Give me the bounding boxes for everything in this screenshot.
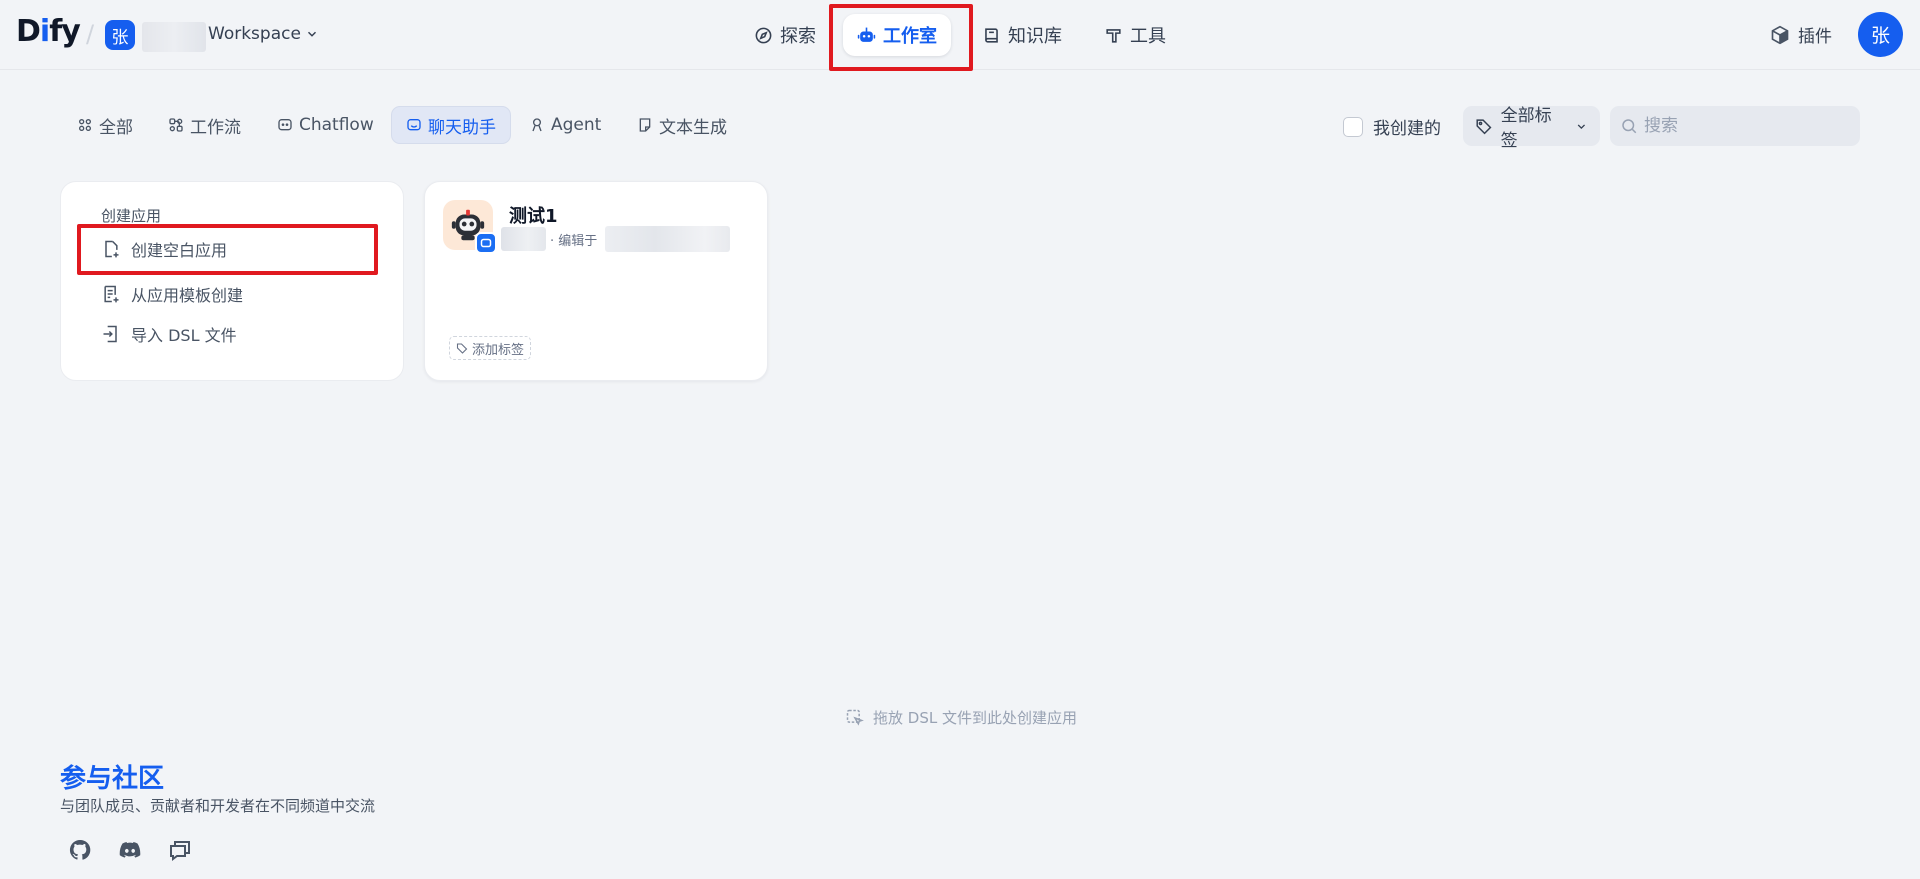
- tab-chat-assistant[interactable]: 聊天助手: [391, 106, 511, 144]
- tab-workflow[interactable]: 工作流: [154, 106, 255, 144]
- chat-bot-icon: [407, 119, 421, 131]
- workspace-name: Workspace: [208, 24, 301, 44]
- nav-studio-label: 工作室: [883, 26, 937, 47]
- import-dsl-label: 导入 DSL 文件: [131, 326, 237, 345]
- search-input[interactable]: [1644, 116, 1844, 136]
- plugins-label: 插件: [1798, 27, 1832, 47]
- tab-agent[interactable]: Agent: [515, 106, 615, 144]
- add-tag-label: 添加标签: [472, 342, 525, 358]
- cube-icon: [1771, 25, 1789, 44]
- tab-chat-assistant-label: 聊天助手: [428, 117, 496, 138]
- author-redacted: [501, 227, 546, 251]
- user-avatar[interactable]: 张: [1858, 12, 1903, 57]
- chevron-down-icon: [307, 31, 316, 37]
- created-by-me-checkbox[interactable]: [1343, 116, 1363, 137]
- top-header: Dify / 张 Workspace 探索 工作室 知识库 工具 插件 张: [0, 0, 1920, 71]
- discord-icon: [119, 842, 141, 858]
- file-plus-icon: [105, 240, 119, 258]
- edited-label: · 编辑于: [550, 233, 598, 249]
- chevron-down-icon: [1577, 123, 1586, 129]
- forum-link[interactable]: [164, 834, 196, 866]
- file-import-icon: [103, 325, 117, 343]
- tab-all[interactable]: 全部: [63, 106, 147, 144]
- tag-icon: [456, 343, 468, 354]
- tag-filter-dropdown[interactable]: 全部标签: [1463, 106, 1600, 151]
- tab-agent-label: Agent: [551, 115, 602, 135]
- nav-explore[interactable]: 探索: [740, 14, 830, 56]
- app-name: 测试1: [509, 206, 558, 227]
- plugins-button[interactable]: 插件: [1770, 22, 1832, 47]
- created-by-me-label: 我创建的: [1373, 119, 1441, 139]
- nav-knowledge-label: 知识库: [1008, 26, 1062, 47]
- github-link[interactable]: [64, 834, 96, 866]
- chat-assistant-badge: [475, 232, 497, 254]
- search-icon: [1622, 119, 1637, 134]
- drop-dsl-hint-text: 拖放 DSL 文件到此处创建应用: [873, 709, 1077, 727]
- create-blank-app-button[interactable]: 创建空白应用: [97, 232, 367, 266]
- create-app-card: 创建应用 创建空白应用 从应用模板创建 导入 DSL 文件: [60, 181, 404, 381]
- hammer-icon: [1106, 28, 1121, 43]
- create-app-title: 创建应用: [101, 207, 162, 225]
- app-card[interactable]: 测试1 · 编辑于 添加标签: [424, 181, 768, 381]
- book-icon: [985, 27, 998, 43]
- tab-chatflow-label: Chatflow: [299, 115, 374, 135]
- edited-time-redacted: [605, 226, 731, 252]
- tab-text-generation-label: 文本生成: [659, 117, 727, 138]
- tab-text-generation[interactable]: 文本生成: [623, 106, 741, 144]
- drag-drop-icon: [846, 709, 864, 726]
- community-title: 参与社区: [60, 764, 165, 794]
- tag-filter-label: 全部标签: [1500, 106, 1552, 151]
- app-meta: · 编辑于: [501, 226, 731, 252]
- workspace-avatar[interactable]: 张: [105, 20, 135, 50]
- nav-knowledge[interactable]: 知识库: [968, 14, 1076, 56]
- grid-icon: [79, 119, 91, 131]
- forum-icon: [170, 841, 190, 861]
- document-icon: [639, 118, 651, 132]
- tab-workflow-label: 工作流: [190, 117, 241, 138]
- add-tag-button[interactable]: 添加标签: [449, 336, 532, 360]
- tab-all-label: 全部: [99, 117, 133, 138]
- nav-tools[interactable]: 工具: [1090, 14, 1180, 56]
- discord-link[interactable]: [114, 834, 146, 866]
- chatflow-icon: [278, 119, 292, 131]
- robot-icon: [857, 27, 876, 42]
- compass-icon: [755, 27, 772, 43]
- breadcrumb-separator: /: [86, 20, 95, 48]
- chat-bot-icon: [480, 238, 492, 248]
- dify-logo[interactable]: Dify: [16, 14, 81, 49]
- nav-studio[interactable]: 工作室: [843, 14, 951, 56]
- create-from-template-button[interactable]: 从应用模板创建: [97, 277, 367, 311]
- create-from-template-label: 从应用模板创建: [131, 286, 244, 305]
- import-dsl-button[interactable]: 导入 DSL 文件: [97, 317, 367, 351]
- template-icon: [104, 285, 119, 303]
- workspace-switcher[interactable]: Workspace: [208, 24, 319, 44]
- agent-icon: [532, 118, 542, 132]
- nav-tools-label: 工具: [1130, 26, 1166, 47]
- search-box[interactable]: [1610, 106, 1860, 146]
- workflow-icon: [169, 118, 183, 132]
- workspace-owner-redacted: [142, 22, 206, 52]
- created-by-me-filter[interactable]: 我创建的: [1343, 114, 1441, 139]
- drop-dsl-hint: 拖放 DSL 文件到此处创建应用: [845, 707, 1077, 728]
- tab-chatflow[interactable]: Chatflow: [263, 106, 388, 144]
- community-description: 与团队成员、贡献者和开发者在不同频道中交流: [60, 797, 376, 815]
- github-icon: [69, 839, 91, 860]
- tag-icon: [1476, 119, 1492, 135]
- create-blank-app-label: 创建空白应用: [131, 241, 228, 260]
- nav-explore-label: 探索: [780, 26, 816, 47]
